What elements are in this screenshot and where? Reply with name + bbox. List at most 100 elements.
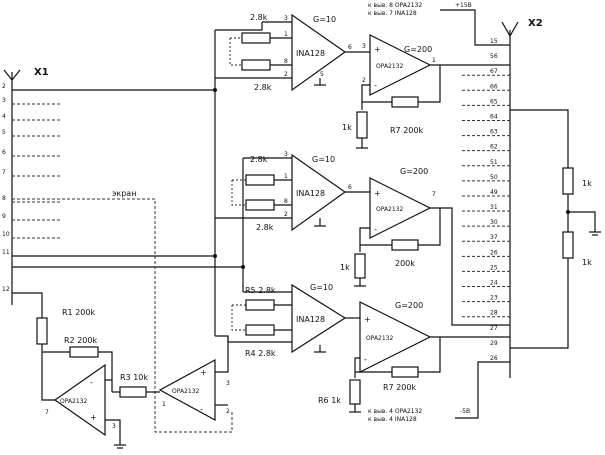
- bottom-note: к выв. 4 OPA2132: [368, 408, 422, 415]
- resistor-r2: [69, 346, 99, 358]
- x2-pin-label: 37: [490, 234, 498, 241]
- ina3-r-bot-label: R4 2.8k: [245, 349, 276, 358]
- svg-text:3: 3: [284, 151, 288, 158]
- resistor-divider-2: [562, 231, 574, 259]
- x2-pin-label: 65: [490, 98, 498, 105]
- x2-pin-label: 56: [490, 53, 498, 60]
- x1-pin-label: 2: [2, 83, 6, 90]
- svg-text:+: +: [364, 315, 371, 324]
- top-note: к выв. 8 OPA2132: [368, 2, 422, 9]
- r1-label: R1 200k: [62, 308, 95, 317]
- x2-label: X2: [528, 18, 543, 29]
- svg-text:1: 1: [162, 401, 166, 408]
- opa1-rg-label: 1k: [342, 123, 352, 132]
- svg-text:3: 3: [284, 15, 288, 22]
- svg-text:2: 2: [284, 211, 288, 218]
- connector-x1: X1: [3, 67, 49, 305]
- opa3-rg-label: R6 1k: [318, 396, 341, 405]
- x2-pin-label: 29: [490, 340, 498, 347]
- x1-pin-label: 8: [2, 195, 6, 202]
- svg-text:+: +: [90, 413, 97, 422]
- svg-text:-: -: [200, 405, 203, 414]
- x1-pin-label: 7: [2, 169, 6, 176]
- top-pin-label: +15B: [455, 2, 472, 9]
- opa3-gain: G=200: [395, 301, 423, 310]
- resistor-opa3-rf: [391, 366, 419, 378]
- x2-pin-label: 23: [490, 295, 498, 302]
- svg-text:6: 6: [348, 44, 352, 51]
- x2-pin-label: 50: [490, 174, 498, 181]
- svg-text:+: +: [374, 45, 381, 54]
- x2-pin-label: 64: [490, 113, 498, 120]
- r3-label: R3 10k: [120, 373, 148, 382]
- x2-pin-label: 26: [490, 249, 498, 256]
- resistor-ina3-rg1: [245, 299, 275, 311]
- ina1-gain: G=10: [313, 15, 336, 24]
- resistor-r1: [36, 317, 48, 345]
- x1-pin-label: 12: [2, 286, 10, 293]
- svg-text:3: 3: [112, 423, 116, 430]
- ina3-r-top-label: R5 2.8k: [245, 286, 276, 295]
- bottom-note-2: к выв. 4 INA128: [368, 416, 417, 423]
- ina1-r-top-label: 2.8k: [250, 13, 268, 22]
- ina1-label: INA128: [296, 49, 325, 58]
- resistor-ina2-rg1: [245, 174, 275, 186]
- svg-text:-: -: [364, 355, 367, 364]
- ina2-r-top-label: 2.8k: [250, 155, 268, 164]
- resistor-ina2-rg2: [245, 199, 275, 211]
- x2-pin-label: 51: [490, 159, 498, 166]
- svg-text:8: 8: [284, 198, 288, 205]
- resistor-ina1-rg2: [241, 59, 271, 71]
- x2-pin-label: 25: [490, 264, 498, 271]
- x2-pin-label: 24: [490, 280, 498, 287]
- x2-pin-label: 66: [490, 83, 498, 90]
- x1-pin-label: 4: [2, 113, 6, 120]
- resistor-opa3-rg: [349, 379, 361, 405]
- x2-pin-label: 49: [490, 189, 498, 196]
- opa1-gain: G=200: [404, 45, 432, 54]
- svg-text:-: -: [90, 378, 93, 387]
- opa3-rf-label: R7 200k: [383, 383, 416, 392]
- svg-text:2: 2: [284, 71, 288, 78]
- svg-text:2: 2: [226, 408, 230, 415]
- div1-label: 1k: [582, 179, 592, 188]
- ina2-label: INA128: [296, 189, 325, 198]
- x1-pin-label: 9: [2, 213, 6, 220]
- x1-label: X1: [34, 67, 49, 78]
- opa3-label: OPA2132: [366, 335, 394, 342]
- resistor-opa1-rf: [391, 96, 419, 108]
- x2-pin-label: 28: [490, 310, 498, 317]
- x1-pins: 2 3 4 5 6 7 8 9 10 11 12: [2, 83, 10, 293]
- opa4-label: OPA2132: [172, 388, 200, 395]
- resistor-opa2-rf: [391, 239, 419, 251]
- x2-pins: 15 56 67 66 65 64 63 62 51 50 49 31 30 37 26 25 24 23 28 27…: [462, 38, 510, 362]
- svg-text:6: 6: [348, 184, 352, 191]
- resistor-ina1-rg1: [241, 32, 271, 44]
- top-note-2: к выв. 7 INA128: [368, 10, 417, 17]
- resistor-ina3-rg2: [245, 324, 275, 336]
- svg-text:5: 5: [320, 71, 324, 78]
- svg-text:+: +: [200, 368, 207, 377]
- x2-pin-label: 30: [490, 219, 498, 226]
- connector-x2: X2: [501, 18, 543, 378]
- x1-pin-label: 6: [2, 149, 6, 156]
- svg-text:1: 1: [284, 31, 288, 38]
- x2-pin-label: 15: [490, 38, 498, 45]
- ina3-gain: G=10: [310, 283, 333, 292]
- opa1-label: OPA2132: [376, 63, 404, 70]
- x2-pin-label: 31: [490, 204, 498, 211]
- x2-pin-label: 27: [490, 325, 498, 332]
- ina2-gain: G=10: [312, 155, 335, 164]
- svg-text:7: 7: [432, 191, 436, 198]
- svg-text:2: 2: [362, 77, 366, 84]
- resistor-opa2-rg: [354, 253, 366, 279]
- opa1-rf-label: R7 200k: [390, 126, 423, 135]
- x1-pin-label: 11: [2, 249, 10, 256]
- svg-text:3: 3: [362, 43, 366, 50]
- schematic-drawing: X1 23456789101112 экран R1 200k R2 200k …: [2, 2, 601, 449]
- x2-pin-label: 63: [490, 129, 498, 136]
- ina1-r-bot-label: 2.8k: [254, 83, 272, 92]
- bottom-pin-label: -5B: [460, 408, 470, 415]
- ina3-label: INA128: [296, 315, 325, 324]
- x1-pin-label: 10: [2, 231, 10, 238]
